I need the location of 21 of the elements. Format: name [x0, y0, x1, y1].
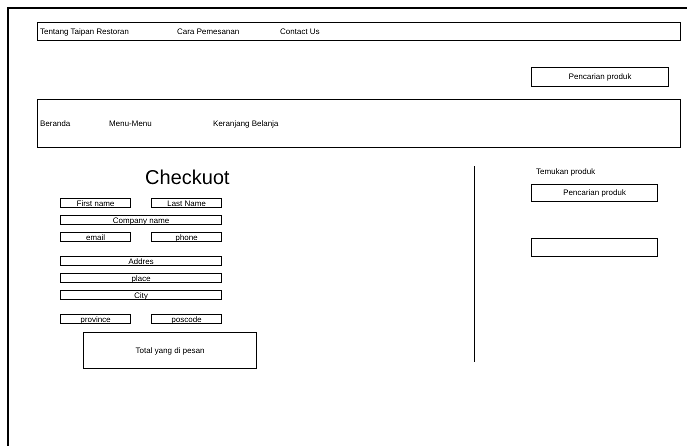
nav-link[interactable]: Menu-Menu — [109, 120, 213, 128]
order-total-box: Total yang di pesan — [83, 332, 257, 369]
input-field[interactable]: Company name — [60, 215, 222, 225]
nav-link[interactable]: Beranda — [40, 120, 109, 128]
nav-link[interactable]: Contact Us — [280, 28, 320, 36]
input-field[interactable]: email — [60, 232, 131, 242]
input-field[interactable]: phone — [151, 232, 222, 242]
input-field[interactable]: poscode — [151, 314, 222, 324]
input-field[interactable]: place — [60, 273, 222, 283]
search-button[interactable]: Pencarian produk — [531, 67, 669, 87]
search-button[interactable]: Pencarian produk — [531, 184, 658, 202]
input-field[interactable]: City — [60, 290, 222, 300]
nav-link[interactable]: Cara Pemesanan — [177, 28, 280, 36]
input-field[interactable]: province — [60, 314, 131, 324]
input-field[interactable]: First name — [60, 198, 131, 208]
nav-link[interactable]: Tentang Taipan Restoran — [40, 28, 177, 36]
nav-link[interactable]: Keranjang Belanja — [213, 120, 278, 128]
sidebar-heading: Temukan produk — [536, 168, 596, 176]
input-field[interactable]: Addres — [60, 256, 222, 266]
input-field[interactable]: Last Name — [151, 198, 222, 208]
page-title: Checkuot — [145, 166, 230, 190]
